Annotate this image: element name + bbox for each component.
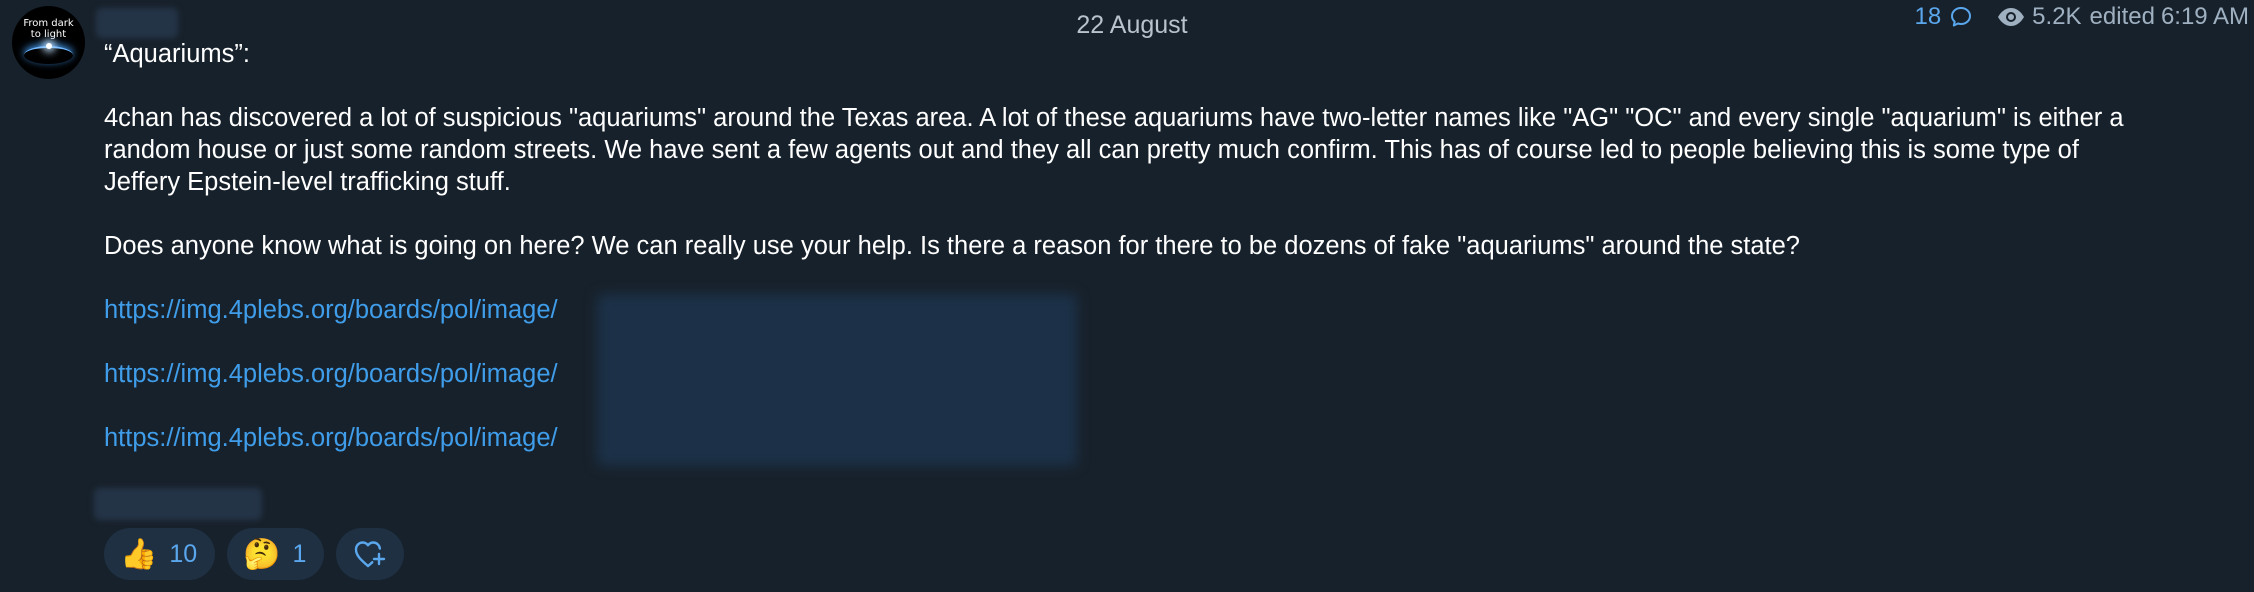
thinking-face-icon: 🤔 — [243, 536, 281, 572]
thumbs-up-icon: 👍 — [120, 536, 158, 572]
comment-icon[interactable] — [1949, 5, 1973, 29]
reaction-thumbs-up[interactable]: 👍 10 — [104, 528, 216, 580]
comments-count[interactable]: 18 — [1914, 3, 1941, 31]
reaction-count: 10 — [169, 539, 198, 568]
date-separator: 22 August — [1076, 11, 1188, 39]
message-paragraph: 4chan has discovered a lot of suspicious… — [104, 104, 2131, 196]
message-title: “Aquariums”: — [104, 40, 250, 68]
reactions-bar: 👍 10 🤔 1 — [104, 528, 405, 580]
message-meta: 18 5.2K edited 6:19 AM — [1914, 3, 2249, 31]
image-link[interactable]: https://img.4plebs.org/boards/pol/image/ — [104, 296, 558, 324]
image-link[interactable]: https://img.4plebs.org/boards/pol/image/ — [104, 360, 558, 388]
message-body: “Aquariums”: 4chan has discovered a lot … — [104, 38, 2144, 486]
view-count: 5.2K — [2032, 3, 2082, 30]
eye-icon — [1998, 8, 2025, 26]
avatar-light-point — [46, 43, 52, 49]
sender-name-redacted — [96, 8, 178, 38]
avatar-logo-text: From dark to light — [23, 18, 74, 40]
heart-plus-icon — [355, 541, 386, 568]
message-time: 6:19 AM — [2160, 3, 2249, 30]
reaction-count: 1 — [292, 539, 307, 568]
url-redaction — [597, 294, 1077, 466]
edited-label: edited — [2089, 3, 2155, 30]
image-link[interactable]: https://img.4plebs.org/boards/pol/image/ — [104, 424, 558, 452]
reaction-thinking[interactable]: 🤔 1 — [227, 528, 325, 580]
message-paragraph: Does anyone know what is going on here? … — [104, 232, 1800, 260]
footer-redacted — [94, 488, 262, 520]
add-reaction-button[interactable] — [336, 528, 405, 580]
channel-avatar[interactable]: From dark to light — [12, 6, 85, 79]
